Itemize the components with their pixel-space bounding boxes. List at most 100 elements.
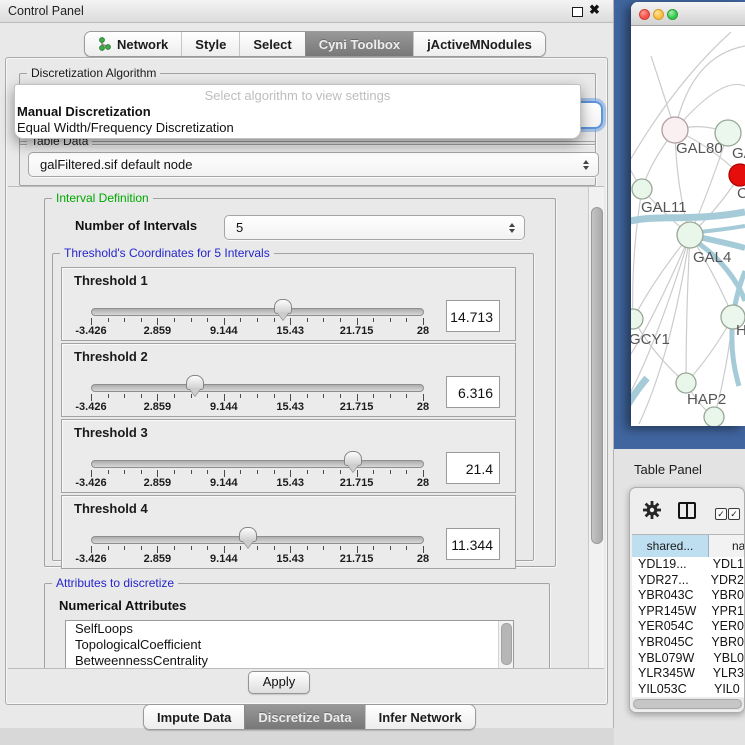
number-of-intervals-combobox[interactable]: 5 — [224, 215, 525, 240]
attribute-list-item[interactable]: SelfLoops — [66, 621, 513, 637]
table-data-combobox[interactable]: galFiltered.sif default node — [28, 152, 599, 177]
tab-network[interactable]: Network — [85, 32, 181, 56]
minimize-window-icon[interactable] — [653, 9, 664, 20]
tick-label: -3.426 — [65, 325, 117, 337]
deselect-all-checkbox-icon[interactable]: ✓ — [728, 508, 740, 520]
cyni-tab-label: Discretize Data — [258, 710, 351, 725]
zoom-window-icon[interactable] — [667, 9, 678, 20]
network-node-label: GCY1 — [631, 331, 670, 348]
network-node-c[interactable] — [729, 164, 745, 186]
network-window-titlebar — [631, 2, 745, 26]
algorithm-option-manual[interactable]: Manual Discretization — [15, 103, 580, 119]
float-panel-icon[interactable] — [572, 7, 583, 17]
table-cell-name: YLR3 — [708, 666, 744, 682]
tab-style[interactable]: Style — [181, 32, 239, 56]
network-canvas[interactable]: GAL80GACGAL11GAL4GCY1HHAP2 — [631, 26, 745, 426]
split-columns-icon[interactable] — [678, 502, 696, 519]
combo-arrows-icon — [509, 223, 515, 233]
tab-label: Cyni Toolbox — [319, 37, 400, 52]
close-panel-icon[interactable]: ✖ — [589, 2, 600, 18]
thresholds-group-title: Threshold's Coordinates for 5 Intervals — [60, 246, 274, 260]
table-cell-shared-name: YPR145W — [632, 604, 706, 620]
table-row[interactable]: YIL053CYIL0 — [632, 682, 744, 697]
cyni-tab-impute-data[interactable]: Impute Data — [144, 705, 244, 729]
network-node-hap2[interactable] — [676, 373, 696, 393]
tab-jactivemnodules[interactable]: jActiveMNodules — [413, 32, 545, 56]
network-node-gcy1[interactable] — [631, 309, 643, 329]
panel-scrollbar[interactable] — [588, 187, 604, 668]
table-cell-name: YER0 — [706, 619, 744, 635]
table-column-header-2[interactable]: name — [709, 535, 745, 557]
network-view-window: GAL80GACGAL11GAL4GCY1HHAP2 — [631, 2, 745, 426]
tab-label: Network — [117, 37, 168, 52]
table-toolbar: ✓ ✓ — [630, 488, 744, 533]
list-scrollbar-thumb[interactable] — [501, 623, 512, 665]
cyni-tab-infer-network[interactable]: Infer Network — [365, 705, 475, 729]
threshold-slider-thumb[interactable] — [239, 527, 257, 542]
table-cell-name: YIL0 — [709, 682, 740, 697]
threshold-slider-thumb[interactable] — [186, 375, 204, 390]
table-cell-shared-name: YIL053C — [632, 682, 709, 697]
table-row[interactable]: YPR145WYPR1 — [632, 604, 744, 620]
network-node[interactable] — [704, 407, 724, 426]
table-column-header-1[interactable]: shared... — [632, 535, 709, 557]
threshold-slider-track[interactable] — [91, 460, 424, 468]
threshold-slider-track[interactable] — [91, 536, 424, 544]
settings-scrollpane: Interval Definition Number of Intervals … — [8, 186, 604, 669]
table-row[interactable]: YBR043CYBR0 — [632, 588, 744, 604]
list-scrollbar[interactable] — [498, 621, 513, 669]
table-row[interactable]: YDL19...YDL1 — [632, 557, 744, 573]
select-all-checkbox-icon[interactable]: ✓ — [715, 508, 727, 520]
algorithm-dropdown-prompt: Select algorithm to view settings — [15, 85, 580, 103]
cyni-tab-discretize-data[interactable]: Discretize Data — [244, 705, 364, 729]
attribute-list-item[interactable]: TopologicalCoefficient — [66, 637, 513, 653]
table-row[interactable]: YBR045CYBR0 — [632, 635, 744, 651]
panel-scrollbar-thumb[interactable] — [591, 207, 603, 544]
numerical-attributes-list[interactable]: SelfLoopsTopologicalCoefficientBetweenne… — [65, 620, 514, 669]
table-cell-name: YDR2 — [706, 573, 744, 589]
threshold-value-field[interactable]: 6.316 — [446, 376, 500, 408]
threshold-value-field[interactable]: 11.344 — [446, 528, 500, 560]
table-row[interactable]: YLR345WYLR3 — [632, 666, 744, 682]
gear-icon[interactable] — [643, 501, 661, 519]
tab-cyni-toolbox[interactable]: Cyni Toolbox — [305, 32, 413, 56]
apply-button[interactable]: Apply — [248, 671, 310, 694]
table-hscrollbar-thumb[interactable] — [633, 699, 742, 709]
table-row[interactable]: YER054CYER0 — [632, 619, 744, 635]
network-edge — [639, 235, 690, 424]
tick-label: 9.144 — [198, 553, 250, 565]
threshold-box-4: Threshold 4-3.4262.8599.14415.4321.71528… — [61, 495, 516, 569]
table-hscrollbar[interactable] — [632, 698, 744, 710]
tab-label: Select — [253, 37, 291, 52]
close-window-icon[interactable] — [639, 9, 650, 20]
table-row[interactable]: YBL079WYBL0 — [632, 651, 744, 667]
threshold-value-field[interactable]: 21.4 — [446, 452, 500, 484]
table-cell-name: YBL0 — [708, 651, 744, 667]
network-node-gal11[interactable] — [632, 179, 652, 199]
network-graph: GAL80GACGAL11GAL4GCY1HHAP2 — [631, 26, 745, 426]
attribute-list-item[interactable]: BetweennessCentrality — [66, 653, 513, 669]
tick-label: 2.859 — [131, 553, 183, 565]
threshold-slider-thumb[interactable] — [344, 451, 362, 466]
threshold-slider-track[interactable] — [91, 308, 424, 316]
table-cell-shared-name: YDL19... — [632, 557, 708, 573]
table-cell-shared-name: YLR345W — [632, 666, 708, 682]
threshold-slider-thumb[interactable] — [274, 299, 292, 314]
network-node-label: GA — [732, 145, 745, 162]
slider-tick-labels: -3.4262.8599.14415.4321.71528 — [91, 477, 423, 490]
threshold-slider-track[interactable] — [91, 384, 424, 392]
network-node-ga[interactable] — [715, 120, 741, 146]
interval-definition-group: Interval Definition Number of Intervals … — [44, 198, 556, 567]
tick-label: 28 — [397, 553, 449, 565]
algorithm-option-equal-width[interactable]: Equal Width/Frequency Discretization — [15, 119, 580, 135]
tick-label: 9.144 — [198, 477, 250, 489]
tick-label: 21.715 — [331, 477, 383, 489]
threshold-value-field[interactable]: 14.713 — [446, 300, 500, 332]
tick-label: 28 — [397, 325, 449, 337]
tick-label: -3.426 — [65, 401, 117, 413]
table-row[interactable]: YDR27...YDR2 — [632, 573, 744, 589]
network-node-gal4[interactable] — [677, 222, 703, 248]
tab-select[interactable]: Select — [239, 32, 304, 56]
tick-label: 21.715 — [331, 553, 383, 565]
table-cell-name: YDL1 — [708, 557, 744, 573]
